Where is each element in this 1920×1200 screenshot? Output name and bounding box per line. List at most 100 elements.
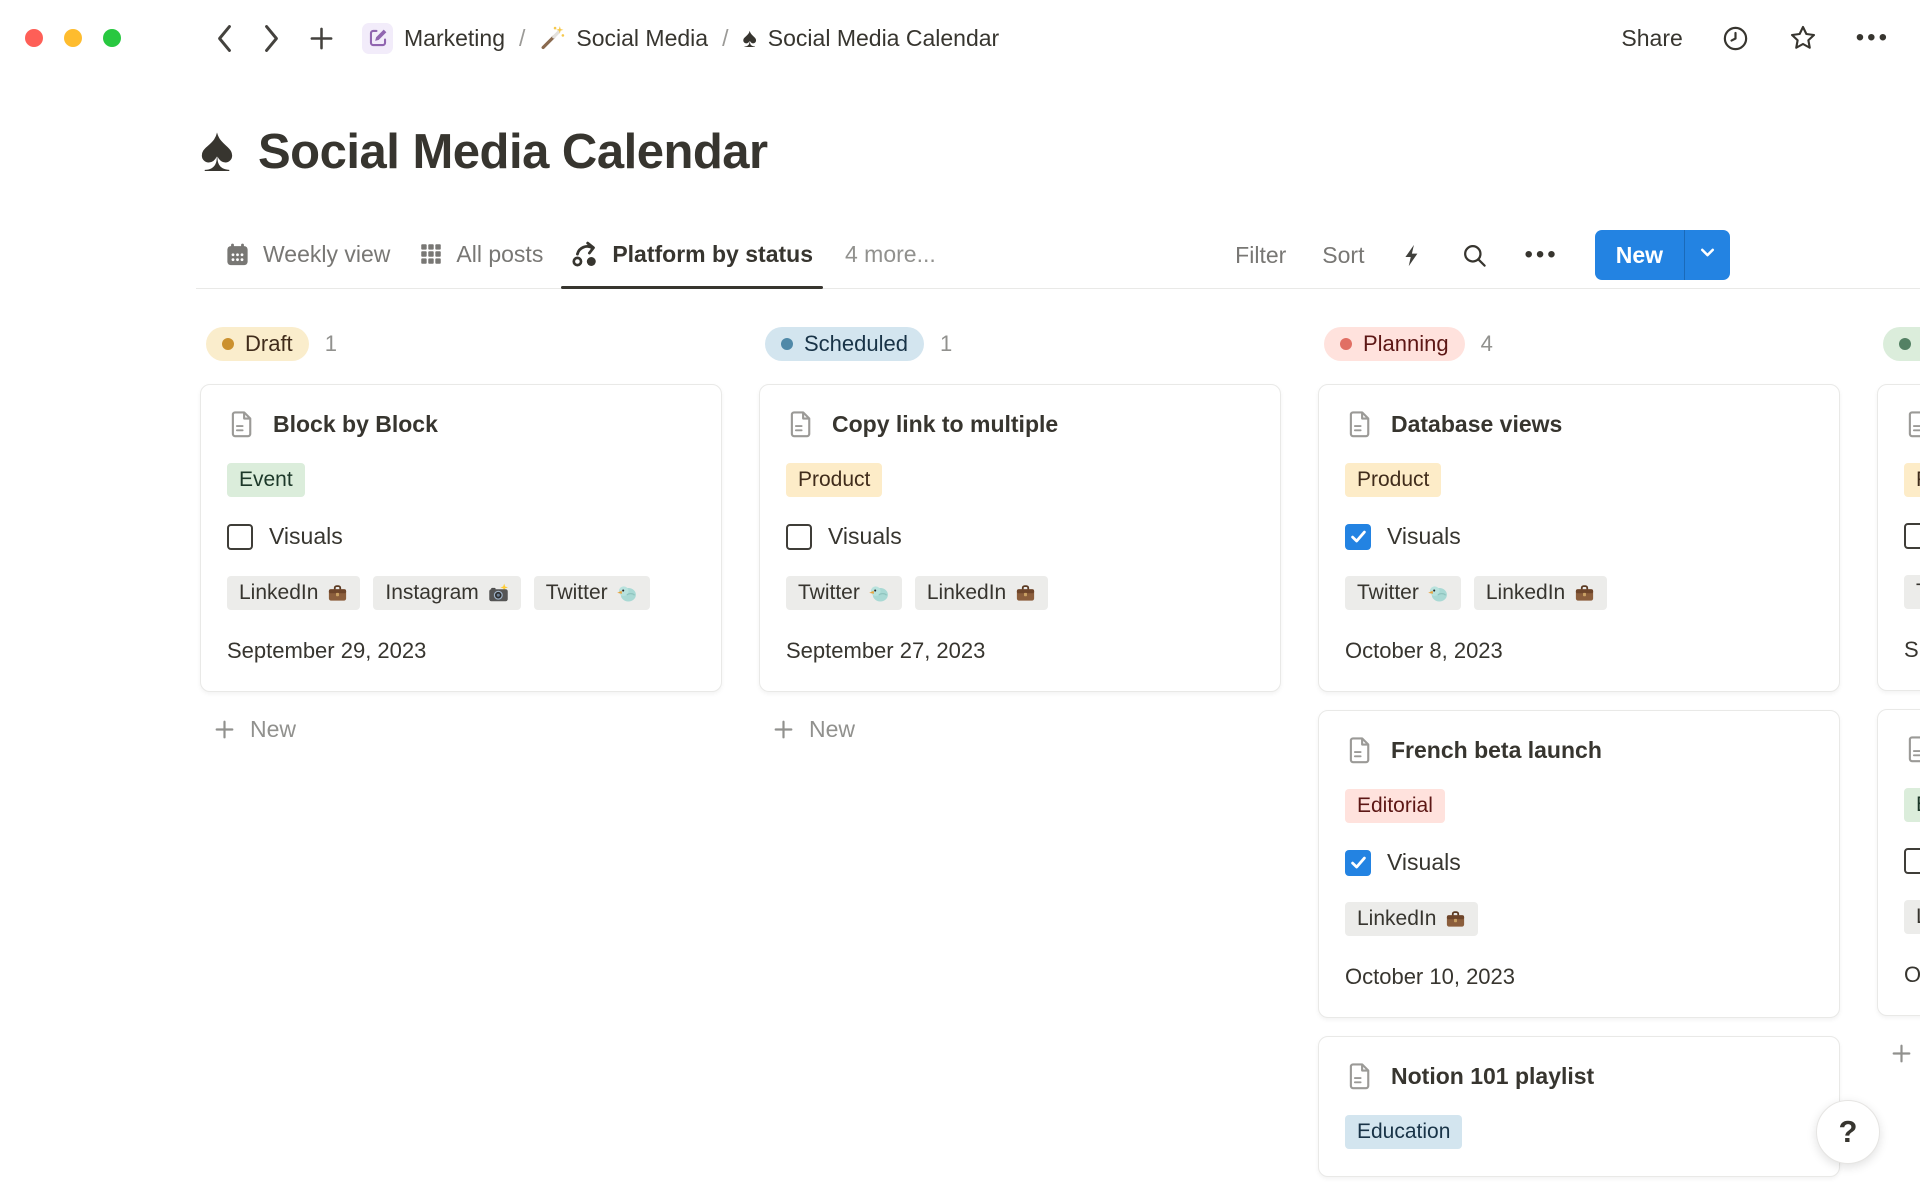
page-doc-icon — [1345, 735, 1375, 765]
more-views-link[interactable]: 4 more... — [845, 241, 936, 278]
card[interactable]: Database viewsProductVisualsTwitterLinke… — [1318, 384, 1840, 692]
breadcrumb-item-social-media[interactable]: Social Media — [539, 25, 708, 52]
column-header: Draft1 — [206, 327, 722, 361]
card[interactable]: ELO — [1877, 709, 1920, 1016]
add-card-button[interactable]: New — [1877, 1034, 1920, 1073]
new-page-icon[interactable] — [307, 24, 336, 53]
card-title-row: Notion 101 playlist — [1345, 1061, 1813, 1091]
status-pill[interactable]: Draft — [206, 327, 309, 361]
help-button[interactable]: ? — [1816, 1100, 1880, 1164]
filter-button[interactable]: Filter — [1235, 242, 1286, 269]
platform-tag-linkedin: LinkedIn — [227, 576, 360, 610]
checkbox-label: Visuals — [1387, 849, 1461, 876]
tab-label: All posts — [456, 241, 543, 268]
share-button[interactable]: Share — [1621, 25, 1682, 52]
page-doc-icon — [786, 409, 816, 439]
status-dot-icon — [1340, 338, 1352, 350]
platform-tag-twitter: Twitter — [534, 576, 650, 610]
briefcase-icon — [327, 583, 348, 604]
minimize-button[interactable] — [64, 29, 82, 47]
visuals-checkbox[interactable] — [1904, 848, 1920, 874]
breadcrumb-label: Marketing — [404, 25, 505, 52]
spade-icon: ♠ — [742, 25, 756, 52]
card-date: October 10, 2023 — [1345, 964, 1813, 990]
visuals-checkbox[interactable] — [227, 524, 253, 550]
platform-label: LinkedIn — [927, 581, 1006, 605]
new-dropdown-button[interactable] — [1684, 230, 1730, 280]
category-tag: Education — [1345, 1115, 1462, 1149]
window-titlebar: Marketing/Social Media/♠Social Media Cal… — [0, 0, 1920, 76]
view-options-icon[interactable]: ••• — [1524, 241, 1558, 269]
chevron-down-icon — [1697, 242, 1718, 268]
card-title: French beta launch — [1391, 737, 1602, 764]
status-pill[interactable]: Scheduled — [765, 327, 924, 361]
zoom-button[interactable] — [103, 29, 121, 47]
card[interactable]: Block by BlockEventVisualsLinkedInInstag… — [200, 384, 722, 692]
add-card-button[interactable]: New — [759, 710, 1281, 749]
card[interactable]: PTS — [1877, 384, 1920, 691]
platform-tag-twitter: Twitter — [786, 576, 902, 610]
tab-all-posts[interactable]: All posts — [404, 233, 557, 286]
platform-tag-twitter: Twitter — [1345, 576, 1461, 610]
breadcrumb-item-marketing[interactable]: Marketing — [362, 23, 505, 54]
back-icon[interactable] — [213, 23, 236, 54]
kanban-board: Draft1Block by BlockEventVisualsLinkedIn… — [200, 327, 1920, 1195]
new-button[interactable]: New — [1595, 230, 1730, 280]
visuals-checkbox[interactable] — [1904, 523, 1920, 549]
history-clock-icon[interactable] — [1721, 24, 1750, 53]
platform-label: LinkedIn — [1486, 581, 1565, 605]
visuals-checkbox[interactable] — [786, 524, 812, 550]
page-doc-icon — [1345, 409, 1375, 439]
card[interactable]: French beta launch Editorial Visuals Linked… — [1318, 710, 1840, 1018]
platform-tags-row: T — [1904, 575, 1920, 609]
status-pill[interactable] — [1883, 327, 1920, 361]
more-options-icon[interactable]: ••• — [1856, 24, 1890, 52]
board-column-draft: Draft1Block by BlockEventVisualsLinkedIn… — [200, 327, 722, 749]
checkbox-label: Visuals — [269, 523, 343, 550]
new-button-label[interactable]: New — [1595, 230, 1684, 280]
platform-tags-row: LinkedInInstagramTwitter — [227, 576, 695, 610]
card[interactable]: Copy link to multipleProductVisualsTwitt… — [759, 384, 1281, 692]
tab-platform-by-status[interactable]: Platform by status — [557, 232, 827, 287]
platform-label: LinkedIn — [1357, 907, 1436, 931]
tab-weekly-view[interactable]: Weekly view — [210, 233, 404, 286]
bird-icon — [869, 583, 890, 604]
page-icon-spade[interactable]: ♠ — [200, 117, 234, 181]
sort-button[interactable]: Sort — [1322, 242, 1364, 269]
visuals-checkbox[interactable] — [1345, 850, 1371, 876]
column-header: Scheduled1 — [765, 327, 1281, 361]
sidebar-menu-icon[interactable] — [161, 28, 189, 49]
category-tag-row: Editorial — [1345, 789, 1813, 823]
column-header: Planning4 — [1324, 327, 1840, 361]
platform-tags-row: Twitter LinkedIn — [1345, 576, 1813, 610]
breadcrumb-label: Social Media — [576, 25, 708, 52]
grid-icon — [418, 241, 444, 267]
page-doc-icon — [227, 409, 257, 439]
view-toolbar: Weekly view All posts Platform by status 4… — [200, 230, 1730, 288]
search-icon[interactable] — [1461, 242, 1488, 269]
briefcase-icon — [1574, 583, 1595, 604]
automation-lightning-icon[interactable] — [1400, 241, 1425, 270]
breadcrumb-item-social-media-calendar[interactable]: ♠Social Media Calendar — [742, 25, 999, 52]
platform-tag-linkedin: LinkedIn — [1345, 902, 1478, 936]
card-date: September 29, 2023 — [227, 638, 695, 664]
bird-icon — [617, 583, 638, 604]
tab-label: Platform by status — [612, 241, 813, 268]
add-card-label: New — [809, 716, 855, 743]
status-label: Planning — [1363, 331, 1449, 357]
favorite-star-icon[interactable] — [1788, 23, 1818, 53]
add-card-button[interactable]: New — [200, 710, 722, 749]
category-tag: P — [1904, 463, 1920, 497]
close-button[interactable] — [25, 29, 43, 47]
category-tag: Product — [1345, 463, 1441, 497]
page-doc-icon — [1904, 409, 1920, 439]
status-pill[interactable]: Planning — [1324, 327, 1465, 361]
tab-label: Weekly view — [263, 241, 390, 268]
card[interactable]: Notion 101 playlist Education — [1318, 1036, 1840, 1177]
card-title-row — [1904, 734, 1920, 764]
visuals-checkbox[interactable] — [1345, 524, 1371, 550]
forward-icon[interactable] — [260, 23, 283, 54]
platform-tag-linkedin: LinkedIn — [1474, 576, 1607, 610]
camera-icon — [488, 583, 509, 604]
visuals-checkbox-row: Visuals — [1345, 849, 1813, 876]
